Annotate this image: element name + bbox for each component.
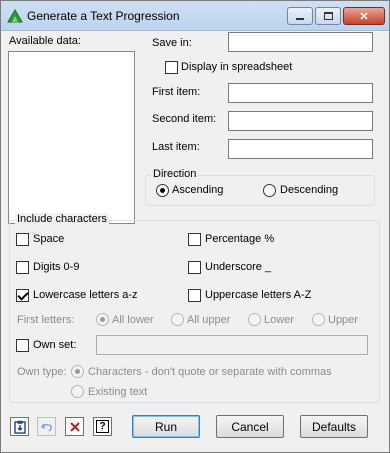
own-type-label: Own type: [17,366,67,378]
clear-button[interactable] [65,417,84,436]
digits-label: Digits 0-9 [33,261,80,273]
lowercase-label: Lowercase letters a-z [33,289,138,301]
minimize-button[interactable] [287,7,313,25]
first-letters-lower-radio[interactable] [248,313,261,326]
first-letters-upper-radio[interactable] [312,313,325,326]
cancel-button[interactable]: Cancel [216,415,284,438]
maximize-icon [323,12,333,20]
help-icon: ? [96,420,109,433]
undo-icon [40,423,52,432]
undo-button[interactable] [37,417,56,436]
own-type-existing-radio[interactable] [71,385,84,398]
first-letters-all-lower-radio[interactable] [96,313,109,326]
percentage-label: Percentage % [205,233,275,245]
direction-title: Direction [151,168,199,180]
percentage-checkbox[interactable] [188,233,201,246]
uppercase-label: Uppercase letters A-Z [205,289,312,301]
space-checkbox[interactable] [16,233,29,246]
maximize-button[interactable] [315,7,341,25]
own-set-label: Own set: [33,339,77,351]
first-letters-all-upper-radio[interactable] [171,313,184,326]
first-letters-lower-label: Lower [264,314,294,326]
help-button[interactable]: ? [93,417,112,436]
save-options-button[interactable] [10,417,29,436]
first-letters-all-upper-label: All upper [187,314,231,326]
ascending-label: Ascending [172,184,224,196]
own-type-existing-label: Existing text [88,386,148,398]
dialog-window: Generate a Text Progression ✕ Available … [0,0,390,453]
available-data-label: Available data: [9,35,81,47]
save-in-label: Save in: [152,37,192,49]
space-label: Space [33,233,65,245]
second-item-label: Second item: [152,113,217,125]
run-button[interactable]: Run [132,415,200,438]
clear-icon [69,421,80,432]
descending-label: Descending [280,184,339,196]
digits-checkbox[interactable] [16,261,29,274]
include-characters-title: Include characters [15,213,109,225]
ascending-radio[interactable] [156,184,169,197]
first-letters-all-lower-label: All lower [112,314,154,326]
display-spreadsheet-label: Display in spreadsheet [181,61,293,73]
defaults-button[interactable]: Defaults [300,415,368,438]
window-title: Generate a Text Progression [27,9,180,23]
underscore-checkbox[interactable] [188,261,201,274]
close-icon: ✕ [359,10,369,23]
minimize-icon [296,18,304,20]
first-item-input[interactable] [228,83,373,103]
last-item-label: Last item: [152,141,200,153]
first-letters-label: First letters: [17,314,75,326]
last-item-input[interactable] [228,139,373,159]
own-type-characters-radio[interactable] [71,365,84,378]
uppercase-checkbox[interactable] [188,289,201,302]
available-data-list[interactable] [8,51,135,224]
close-window-button[interactable]: ✕ [343,7,385,25]
own-set-input[interactable] [96,335,368,355]
own-type-characters-label: Characters - don't quote or separate wit… [88,366,332,378]
lowercase-checkbox[interactable] [16,289,29,302]
second-item-input[interactable] [228,111,373,131]
underscore-label: Underscore _ [205,261,272,273]
display-spreadsheet-checkbox[interactable] [165,61,178,74]
descending-radio[interactable] [263,184,276,197]
save-in-input[interactable] [228,32,373,52]
first-letters-upper-label: Upper [328,314,358,326]
first-item-label: First item: [152,86,201,98]
own-set-checkbox[interactable] [16,339,29,352]
clipboard-icon [13,420,26,434]
app-icon [7,9,23,23]
title-bar: Generate a Text Progression ✕ [1,1,389,31]
